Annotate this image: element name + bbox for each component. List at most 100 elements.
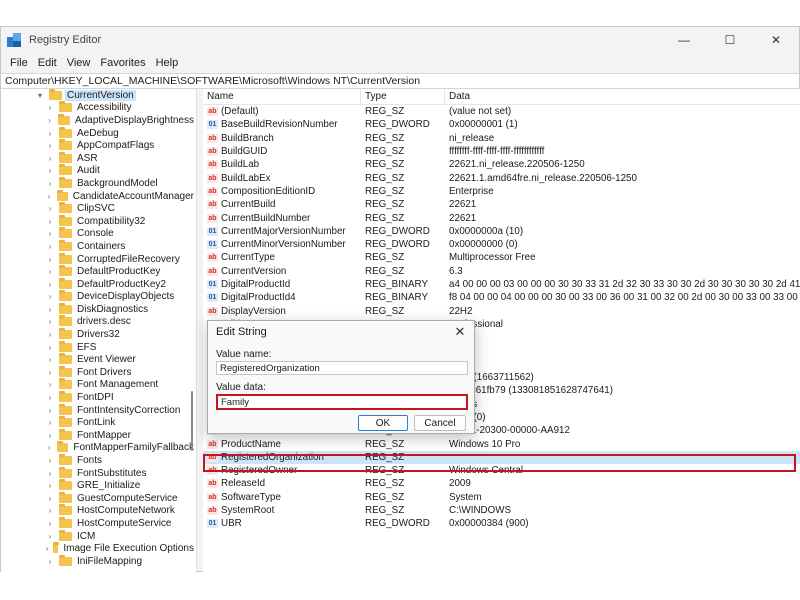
tree-item[interactable]: › FontMapper [1,428,196,442]
tree-item[interactable]: › ClipSVC [1,202,196,215]
chevron-right-icon[interactable]: › [45,506,55,515]
chevron-right-icon[interactable]: › [45,317,55,326]
value-row[interactable]: ab (Default) REG_SZ (value not set) [203,105,800,118]
value-row[interactable]: 01 BaseBuildRevisionNumber REG_DWORD 0x0000… [203,118,800,131]
tree-item[interactable]: › HostComputeNetwork [1,504,196,518]
tree-item[interactable]: ▾ CurrentVersion [1,89,196,102]
tree-item[interactable]: › CorruptedFileRecovery [1,252,196,266]
chevron-right-icon[interactable]: › [45,141,55,150]
value-row[interactable]: 01 CurrentMinorVersionNumber REG_DWORD 0x00… [203,238,800,251]
chevron-down-icon[interactable]: ▾ [35,91,45,100]
chevron-right-icon[interactable]: › [45,380,55,389]
chevron-right-icon[interactable]: › [45,154,55,163]
value-row[interactable]: ab BuildBranch REG_SZ ni_release [203,132,800,145]
address-bar[interactable]: Computer\HKEY_LOCAL_MACHINE\SOFTWARE\Mic… [1,73,799,89]
value-row[interactable]: ab CompositionEditionID REG_SZ Enterprise [203,185,800,198]
menu-file[interactable]: File [5,57,33,69]
chevron-right-icon[interactable]: › [45,217,55,226]
tree-item[interactable]: › Accessibility [1,101,196,115]
ok-button[interactable]: OK [358,415,408,431]
chevron-right-icon[interactable]: › [45,532,55,541]
value-row[interactable]: ab RegisteredOwner REG_SZ Windows Central [203,464,800,477]
chevron-right-icon[interactable]: › [45,456,55,465]
tree-item[interactable]: › ASR [1,151,196,165]
value-row[interactable]: ab CurrentType REG_SZ Multiprocessor Free [203,251,800,264]
tree-item[interactable]: › Image File Execution Options [1,542,196,555]
menu-favorites[interactable]: Favorites [95,57,150,69]
value-row[interactable]: ab CurrentVersion REG_SZ 6.3 [203,265,800,278]
value-name-field[interactable]: RegisteredOrganization [216,361,468,375]
tree-item[interactable]: › CandidateAccountManager [1,189,196,203]
tree-item[interactable]: › Console [1,227,196,241]
chevron-right-icon[interactable]: › [45,469,55,478]
chevron-right-icon[interactable]: › [45,179,55,188]
tree-item[interactable]: › Containers [1,239,196,253]
value-row[interactable]: ab RegisteredOrganization REG_SZ [203,450,800,465]
tree-item[interactable]: › IniFileMapping [1,554,196,568]
chevron-right-icon[interactable]: › [45,481,55,490]
chevron-right-icon[interactable]: › [45,393,55,402]
chevron-right-icon[interactable]: › [45,330,55,339]
close-button[interactable]: ✕ [753,27,799,53]
value-row[interactable]: ab ReleaseId REG_SZ 2009 [203,477,800,490]
chevron-right-icon[interactable]: › [45,519,55,528]
value-row[interactable]: 01 CurrentMajorVersionNumber REG_DWORD 0x00… [203,225,800,238]
value-row[interactable]: ab BuildLabEx REG_SZ 22621.1.amd64fre.ni_re… [203,171,800,184]
tree-item[interactable]: › FontLink [1,416,196,429]
tree-item[interactable]: › FontMapperFamilyFallback [1,441,196,455]
tree-item[interactable]: › FontSubstitutes [1,466,196,480]
chevron-right-icon[interactable]: › [45,557,55,566]
tree-item[interactable]: › Font Management [1,378,196,392]
tree-item[interactable]: › EFS [1,340,196,354]
value-row[interactable]: ab ProductName REG_SZ Windows 10 Pro [203,437,800,450]
tree-scrollbar[interactable] [189,91,195,571]
tree-item[interactable]: › GRE_Initialize [1,479,196,492]
tree-item[interactable]: › DefaultProductKey2 [1,277,196,291]
value-row[interactable]: ab SystemRoot REG_SZ C:\WINDOWS [203,504,800,517]
value-row[interactable]: ab DisplayVersion REG_SZ 22H2 [203,304,800,317]
tree-item[interactable]: › DefaultProductKey [1,265,196,278]
tree-item[interactable]: › FontIntensityCorrection [1,403,196,417]
maximize-button[interactable]: ☐ [707,27,753,53]
tree-item[interactable]: › HostComputeService [1,516,196,530]
tree-item[interactable]: › drivers.desc [1,315,196,329]
chevron-right-icon[interactable]: › [45,129,55,138]
chevron-right-icon[interactable]: › [45,368,55,377]
tree-item[interactable]: › BackgroundModel [1,176,196,190]
tree-item[interactable]: › AppCompatFlags [1,139,196,152]
value-row[interactable]: ab BuildGUID REG_SZ ffffffff-ffff-ffff-ffff… [203,145,800,158]
chevron-right-icon[interactable]: › [45,305,55,314]
chevron-right-icon[interactable]: › [45,267,55,276]
tree-item[interactable]: › GuestComputeService [1,491,196,505]
value-row[interactable]: ab SoftwareType REG_SZ System [203,491,800,504]
tree-item[interactable]: › AeDebug [1,126,196,140]
tree-item[interactable]: › DeviceDisplayObjects [1,290,196,304]
column-header-data[interactable]: Data [445,89,800,104]
chevron-right-icon[interactable]: › [45,166,55,175]
tree-item[interactable]: › Audit [1,164,196,178]
chevron-right-icon[interactable]: › [45,355,55,364]
tree-item[interactable]: › FontDPI [1,391,196,404]
chevron-right-icon[interactable]: › [45,418,55,427]
value-row[interactable]: ab BuildLab REG_SZ 22621.ni_release.220506-… [203,158,800,171]
chevron-right-icon[interactable]: › [45,494,55,503]
chevron-right-icon[interactable]: › [45,255,55,264]
menu-help[interactable]: Help [151,57,184,69]
menu-view[interactable]: View [62,57,96,69]
chevron-right-icon[interactable]: › [45,103,55,112]
column-header-type[interactable]: Type [361,89,445,104]
chevron-right-icon[interactable]: › [45,280,55,289]
dialog-close-icon[interactable]: ✕ [452,324,468,340]
value-row[interactable]: ab CurrentBuildNumber REG_SZ 22621 [203,211,800,224]
tree-item[interactable]: › DiskDiagnostics [1,302,196,316]
value-row[interactable]: 01 DigitalProductId4 REG_BINARY f8 04 00 00… [203,291,800,304]
chevron-right-icon[interactable]: › [45,116,54,125]
chevron-right-icon[interactable]: › [45,443,53,452]
menu-edit[interactable]: Edit [33,57,62,69]
column-header-name[interactable]: Name [203,89,361,104]
chevron-right-icon[interactable]: › [45,229,55,238]
value-row[interactable]: 01 DigitalProductId REG_BINARY a4 00 00 00 … [203,278,800,291]
tree-item[interactable]: › Compatibility32 [1,214,196,228]
chevron-right-icon[interactable]: › [45,343,55,352]
chevron-right-icon[interactable]: › [45,204,55,213]
